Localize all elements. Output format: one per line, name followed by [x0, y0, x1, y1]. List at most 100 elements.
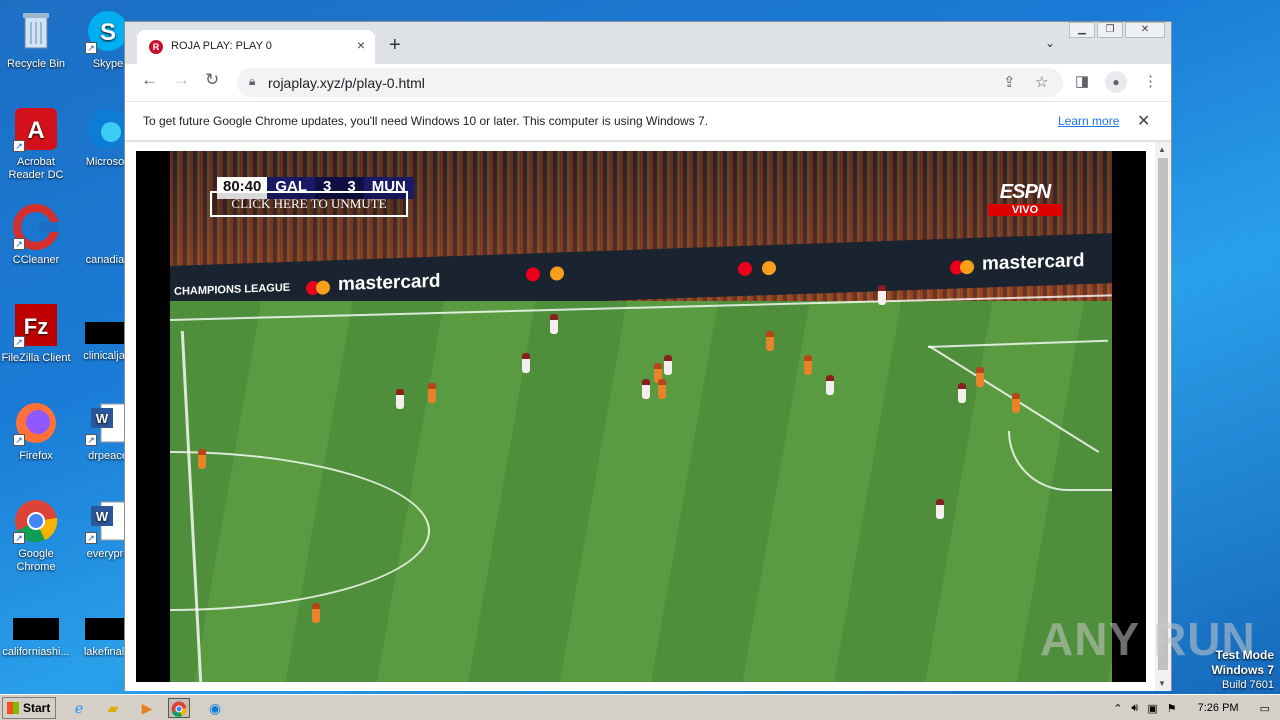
show-desktop-icon[interactable]: ▭ — [1260, 702, 1270, 715]
filezilla-icon: Fz ↗ — [13, 302, 59, 348]
penalty-arc — [1008, 431, 1112, 491]
action-center-flag-icon[interactable]: ⚑ — [1167, 702, 1177, 715]
ad-orange-circle — [550, 266, 564, 281]
tab-title: ROJA PLAY: PLAY 0 — [171, 40, 272, 52]
start-button[interactable]: Start — [2, 697, 56, 719]
recycle-bin-icon — [13, 8, 59, 54]
network-icon[interactable]: ▣ — [1147, 702, 1157, 715]
desktop-icon-ccleaner[interactable]: ↗ CCleaner — [0, 204, 72, 267]
chrome-taskbar-icon[interactable] — [168, 698, 190, 718]
profile-avatar-icon[interactable]: ● — [1105, 71, 1127, 93]
desktop-icon-label: CCleaner — [12, 254, 60, 266]
shortcut-arrow-icon: ↗ — [85, 434, 97, 446]
center-circle — [170, 451, 430, 611]
redacted-file-icon — [13, 618, 59, 640]
back-arrow-icon[interactable]: ← — [141, 70, 158, 90]
tab-search-chevron-icon[interactable]: ⌄ — [1045, 36, 1055, 50]
desktop-icon-label: Skype — [92, 58, 124, 70]
close-window-button[interactable]: ✕ — [1125, 22, 1165, 38]
shortcut-arrow-icon: ↗ — [13, 434, 25, 446]
player — [312, 603, 320, 623]
page-scrollbar[interactable]: ▲ ▼ — [1155, 142, 1171, 691]
desktop-icon-label: californiashi... — [2, 646, 70, 658]
pitch — [170, 294, 1112, 682]
desktop-icon-firefox[interactable]: ↗ Firefox — [0, 400, 72, 463]
player — [550, 314, 558, 334]
explorer-folder-icon[interactable]: ▰ — [102, 698, 124, 718]
player — [642, 379, 650, 399]
learn-more-link[interactable]: Learn more — [1058, 114, 1119, 128]
windows-flag-icon — [7, 702, 19, 714]
player — [198, 449, 206, 469]
restore-button[interactable]: ❐ — [1097, 22, 1123, 38]
new-tab-button[interactable]: + — [389, 34, 401, 57]
browser-toolbar: ← → ↻ 🔒︎ rojaplay.xyz/p/play-0.html ⇪ ☆ … — [125, 64, 1171, 101]
build-text: Build 7601 — [1222, 679, 1274, 691]
player — [878, 285, 886, 305]
tray-expand-icon[interactable]: ⌃ — [1113, 702, 1122, 715]
espn-logo: ESPN VIVO — [988, 181, 1062, 216]
player — [976, 367, 984, 387]
start-label: Start — [23, 701, 51, 715]
forward-arrow-icon[interactable]: → — [173, 70, 190, 90]
menu-kebab-icon[interactable]: ⋮ — [1143, 72, 1158, 90]
page-content: CHAMPIONS LEAGUE mastercard mastercard 8… — [125, 142, 1171, 691]
ie-icon[interactable]: ℯ — [68, 698, 90, 718]
shortcut-arrow-icon: ↗ — [13, 532, 25, 544]
desktop-icon-label: Google Chrome — [16, 548, 56, 573]
url-text: rojaplay.xyz/p/play-0.html — [268, 75, 425, 91]
tab-close-icon[interactable]: × — [357, 37, 365, 53]
video-player[interactable]: CHAMPIONS LEAGUE mastercard mastercard 8… — [136, 151, 1146, 682]
share-icon[interactable]: ⇪ — [1003, 73, 1016, 91]
live-badge: VIVO — [988, 204, 1062, 216]
edge-taskbar-icon[interactable]: ◉ — [204, 698, 226, 718]
desktop-icon-label: everypre — [86, 548, 130, 560]
reload-icon[interactable]: ↻ — [205, 70, 219, 90]
desktop-icon-file[interactable]: californiashi... — [0, 606, 72, 659]
mastercard-ad-text: mastercard — [338, 270, 441, 296]
shortcut-arrow-icon: ↗ — [85, 532, 97, 544]
desktop-icon-acrobat[interactable]: A ↗ Acrobat Reader DC — [0, 106, 72, 182]
league-ad-text: CHAMPIONS LEAGUE — [174, 281, 291, 298]
player — [658, 379, 666, 399]
shortcut-arrow-icon: ↗ — [13, 140, 25, 152]
player — [396, 389, 404, 409]
player — [766, 331, 774, 351]
svg-text:W: W — [96, 509, 109, 524]
ad-red-circle — [526, 267, 540, 282]
rojaplay-favicon-icon: R — [149, 40, 163, 54]
scroll-down-icon[interactable]: ▼ — [1158, 679, 1166, 688]
desktop-icon-chrome[interactable]: ↗ Google Chrome — [0, 498, 72, 574]
desktop-icon-label: Acrobat Reader DC — [8, 156, 64, 181]
address-bar[interactable]: 🔒︎ rojaplay.xyz/p/play-0.html ⇪ ☆ — [237, 68, 1063, 97]
bookmark-star-icon[interactable]: ☆ — [1035, 73, 1048, 91]
test-mode-label: Test Mode Windows 7 Build 7601 — [1211, 648, 1274, 692]
player — [428, 383, 436, 403]
desktop-icon-filezilla[interactable]: Fz ↗ FileZilla Client — [0, 302, 72, 365]
system-tray: ⌃ 🔊︎ ▣ ⚑ 7:26 PM ▭ — [1113, 697, 1280, 719]
clock-time[interactable]: 7:26 PM — [1186, 702, 1251, 714]
svg-text:A: A — [27, 117, 44, 144]
svg-text:S: S — [100, 19, 116, 46]
scroll-thumb[interactable] — [1158, 158, 1168, 670]
penalty-box-line — [927, 339, 1108, 348]
mastercard-orange-circle — [316, 280, 330, 295]
media-player-icon[interactable]: ▶ — [136, 698, 158, 718]
browser-tab[interactable]: R ROJA PLAY: PLAY 0 × — [137, 30, 375, 64]
infobar-close-icon[interactable]: ✕ — [1137, 111, 1150, 131]
side-panel-icon[interactable]: ◨ — [1075, 72, 1089, 90]
infobar-message: To get future Google Chrome updates, you… — [143, 114, 709, 128]
player — [826, 375, 834, 395]
shortcut-arrow-icon: ↗ — [13, 336, 25, 348]
scroll-up-icon[interactable]: ▲ — [1158, 145, 1166, 154]
minimize-button[interactable]: ▁ — [1069, 22, 1095, 38]
ad-orange-circle — [762, 260, 776, 276]
lock-icon[interactable]: 🔒︎ — [249, 74, 255, 89]
desktop-icon-recycle-bin[interactable]: Recycle Bin — [0, 8, 72, 71]
volume-icon[interactable]: 🔊︎ — [1131, 702, 1138, 715]
player — [804, 355, 812, 375]
broadcaster-name: ESPN — [999, 181, 1051, 203]
window-controls: ▁ ❐ ✕ — [1069, 22, 1165, 38]
shortcut-arrow-icon: ↗ — [13, 238, 25, 250]
unmute-button[interactable]: CLICK HERE TO UNMUTE — [210, 191, 408, 217]
